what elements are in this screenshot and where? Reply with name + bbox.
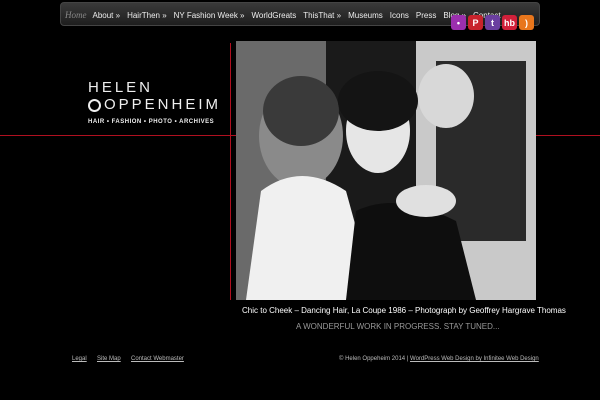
footer-credit: © Helen Oppeheim 2014 | WordPress Web De…	[339, 356, 539, 362]
main-nav: Home About » HairThen » NY Fashion Week …	[65, 3, 508, 27]
tumblr-icon[interactable]: t	[485, 15, 500, 30]
rss-icon[interactable]: )	[519, 15, 534, 30]
nav-thisthat[interactable]: ThisThat »	[303, 11, 341, 20]
nav-home[interactable]: Home	[65, 10, 87, 20]
social-icons: • P t hb )	[451, 15, 534, 30]
footer-credit-link[interactable]: WordPress Web Design by Infinitee Web De…	[410, 356, 539, 362]
logo-line-oppenheim: OPPENHEIM	[88, 96, 221, 114]
blog-icon[interactable]: hb	[502, 15, 517, 30]
logo-oppenheim-text: OPPENHEIM	[104, 96, 222, 113]
nav-hairthen[interactable]: HairThen »	[127, 11, 167, 20]
flickr-icon[interactable]: •	[451, 15, 466, 30]
logo-ring-icon	[88, 98, 101, 112]
vertical-accent-line	[230, 43, 231, 300]
nav-ny-fashion-week[interactable]: NY Fashion Week »	[174, 11, 245, 20]
footer-legal-link[interactable]: Legal	[72, 356, 87, 362]
logo-tagline: HAIR • FASHION • PHOTO • ARCHIVES	[88, 119, 215, 125]
nav-worldgreats[interactable]: WorldGreats	[252, 11, 297, 20]
footer-contact-webmaster-link[interactable]: Contact Webmaster	[131, 356, 184, 362]
hero-photo	[236, 41, 536, 300]
nav-about[interactable]: About »	[93, 11, 121, 20]
footer-sitemap-link[interactable]: Site Map	[97, 356, 121, 362]
status-message: A WONDERFUL WORK IN PROGRESS. STAY TUNED…	[296, 322, 500, 331]
logo-line-helen: HELEN	[88, 79, 154, 96]
photo-caption: Chic to Cheek – Dancing Hair, La Coupe 1…	[242, 306, 566, 315]
pinterest-icon[interactable]: P	[468, 15, 483, 30]
footer-copyright: © Helen Oppeheim 2014 |	[339, 356, 411, 362]
hero-photo-illustration	[236, 41, 536, 300]
nav-press[interactable]: Press	[416, 11, 436, 20]
site-logo[interactable]: HELEN OPPENHEIM HAIR • FASHION • PHOTO •…	[88, 80, 221, 125]
nav-icons[interactable]: Icons	[390, 11, 409, 20]
nav-museums[interactable]: Museums	[348, 11, 383, 20]
